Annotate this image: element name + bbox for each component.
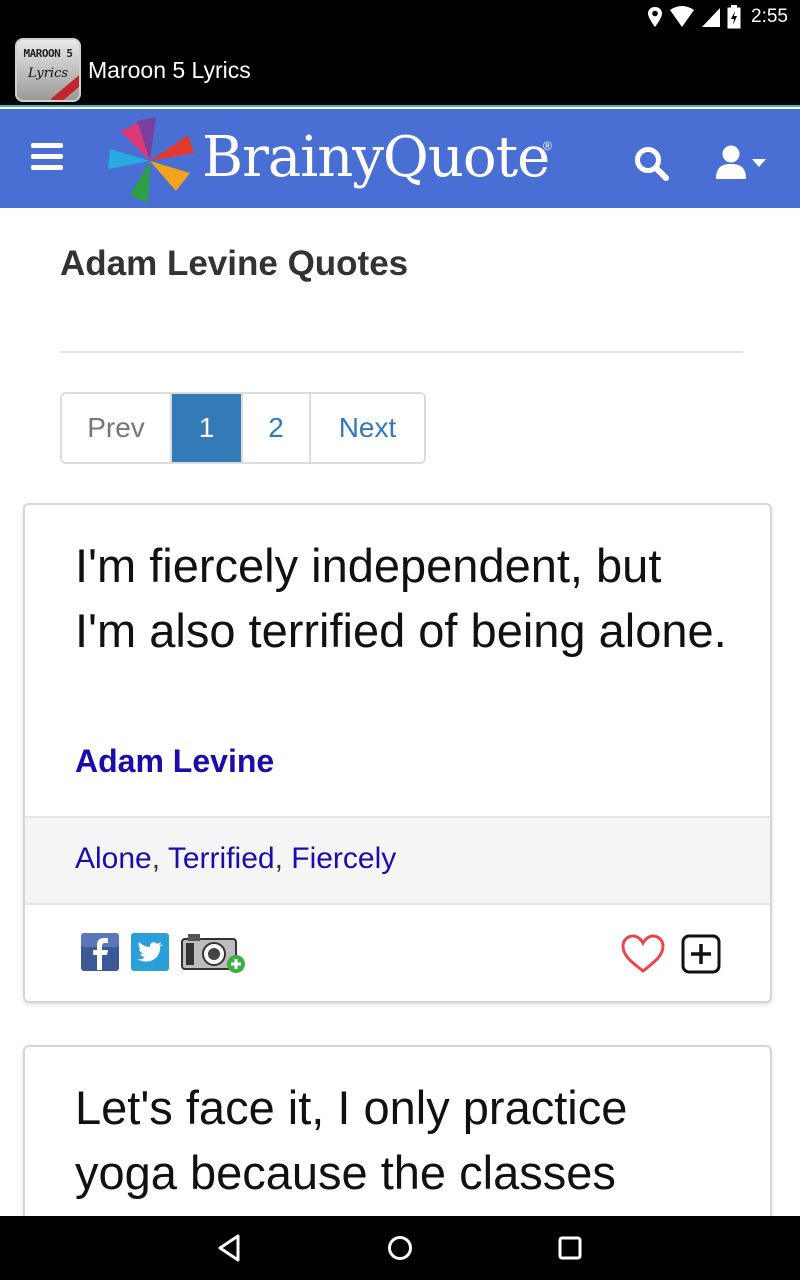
quote-author-link[interactable]: Adam Levine bbox=[75, 743, 274, 780]
status-time: 2:55 bbox=[751, 6, 788, 27]
divider bbox=[60, 351, 743, 353]
page-title: Adam Levine Quotes bbox=[60, 244, 409, 283]
favorite-button[interactable] bbox=[620, 934, 666, 979]
wifi-icon bbox=[670, 6, 695, 27]
back-button[interactable] bbox=[212, 1230, 248, 1266]
page-2-button[interactable]: 2 bbox=[243, 394, 311, 462]
menu-icon[interactable] bbox=[31, 143, 65, 171]
recents-icon bbox=[558, 1236, 582, 1260]
site-header: BrainyQuote ® bbox=[0, 109, 800, 208]
quote-text[interactable]: Let's face it, I only practice yoga beca… bbox=[75, 1075, 735, 1205]
tag-link[interactable]: Terrified bbox=[168, 842, 275, 875]
app-title: Maroon 5 Lyrics bbox=[88, 57, 251, 83]
quote-actions bbox=[620, 933, 722, 980]
pinwheel-logo-icon bbox=[108, 117, 194, 203]
twitter-share-button[interactable] bbox=[130, 932, 170, 977]
status-bar: 2:55 bbox=[0, 0, 800, 33]
location-icon bbox=[648, 7, 663, 27]
user-icon bbox=[716, 145, 766, 179]
recents-button[interactable] bbox=[552, 1230, 588, 1266]
tag-link[interactable]: Alone bbox=[75, 842, 152, 875]
signal-icon bbox=[702, 8, 721, 27]
quote-text[interactable]: I'm fiercely independent, but I'm also t… bbox=[75, 533, 735, 663]
facebook-share-button[interactable] bbox=[80, 932, 120, 977]
brainyquote-logo[interactable]: BrainyQuote ® bbox=[106, 117, 566, 203]
search-icon bbox=[635, 147, 669, 181]
image-share-button[interactable] bbox=[180, 931, 248, 978]
next-page-button[interactable]: Next bbox=[311, 394, 424, 462]
add-to-collection-button[interactable] bbox=[680, 933, 722, 980]
search-button[interactable] bbox=[632, 145, 672, 185]
status-icons: 2:55 bbox=[647, 4, 788, 30]
quote-card: I'm fiercely independent, but I'm also t… bbox=[23, 503, 772, 1003]
pagination: Prev 1 2 Next bbox=[60, 392, 426, 464]
navigation-bar bbox=[0, 1216, 800, 1280]
app-icon-line1: MAROON 5 bbox=[23, 47, 73, 60]
twitter-icon bbox=[131, 933, 169, 971]
back-icon bbox=[218, 1234, 240, 1262]
page-1-button[interactable]: 1 bbox=[172, 394, 243, 462]
home-button[interactable] bbox=[382, 1230, 418, 1266]
home-icon bbox=[388, 1236, 412, 1260]
app-icon-line2: Lyrics bbox=[27, 66, 69, 81]
tags-section: Alone, Terrified, Fiercely bbox=[25, 816, 770, 905]
heart-icon bbox=[621, 934, 665, 973]
share-icons bbox=[80, 931, 248, 978]
tag-link[interactable]: Fiercely bbox=[291, 842, 396, 875]
battery-icon bbox=[727, 5, 741, 29]
prev-page-button[interactable]: Prev bbox=[62, 394, 172, 462]
logo-registered: ® bbox=[543, 139, 552, 153]
tag-list: Alone, Terrified, Fiercely bbox=[75, 842, 397, 875]
app-icon[interactable]: MAROON 5 Lyrics bbox=[15, 38, 81, 102]
facebook-icon bbox=[81, 933, 119, 971]
app-bar: MAROON 5 Lyrics Maroon 5 Lyrics bbox=[0, 33, 800, 107]
plus-box-icon bbox=[681, 934, 721, 974]
logo-text: BrainyQuote bbox=[202, 125, 550, 190]
user-menu-button[interactable] bbox=[714, 143, 772, 183]
camera-add-icon bbox=[181, 934, 245, 973]
